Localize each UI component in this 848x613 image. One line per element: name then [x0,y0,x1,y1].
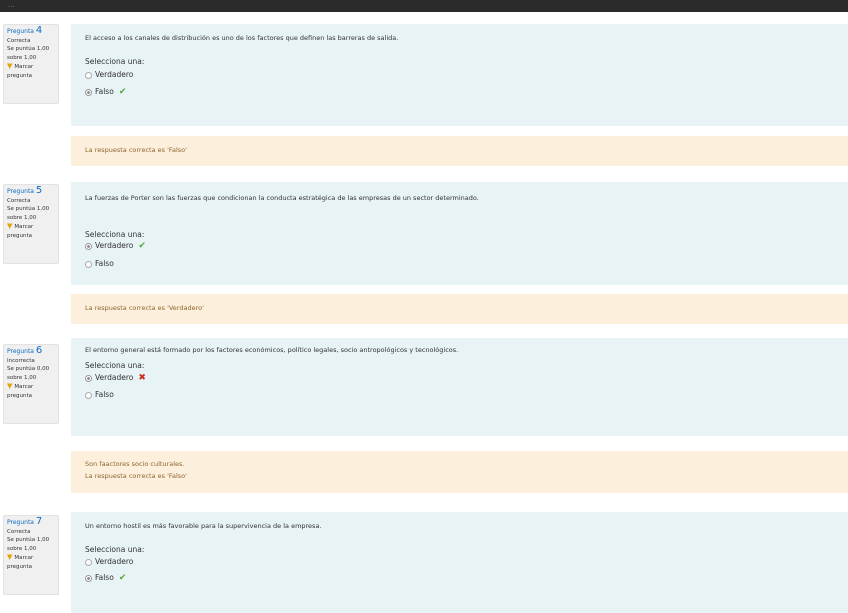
radio-button[interactable] [85,391,92,399]
flag-icon: ▼ [7,62,13,70]
question-info: Pregunta 7 Correcta Se puntúa 1,00 sobre… [3,515,59,595]
correct-answer-text: La respuesta correcta es 'Falso' [85,472,187,480]
option-label: Verdadero [95,557,134,566]
question-info: Pregunta 4 Correcta Se puntúa 1,00 sobre… [3,24,59,104]
cross-icon: ✖ [138,373,146,383]
flag-label-2: pregunta [7,72,33,79]
option-verdadero[interactable]: Verdadero [85,557,133,567]
flag-label-2: pregunta [7,392,33,399]
feedback-box: Son faactores socio culturales. La respu… [71,451,848,493]
radio-button[interactable] [85,558,92,566]
flag-icon: ▼ [7,382,13,390]
flag-label: Marcar [14,224,34,230]
option-verdadero[interactable]: Verdadero ✔ [85,241,146,251]
option-label: Falso [95,573,114,582]
answer-prompt: Selecciona una: [85,361,145,370]
option-falso[interactable]: Falso ✔ [85,87,126,97]
check-icon: ✔ [138,241,146,251]
question-formulation: Un entorno hostil es más favorable para … [71,512,848,613]
question-text: La fuerzas de Porter son las fuerzas que… [85,194,479,202]
correct-answer-text: La respuesta correcta es 'Falso' [85,146,187,154]
option-falso[interactable]: Falso [85,259,114,269]
question-text: Un entorno hostil es más favorable para … [85,522,322,530]
flag-question-button[interactable]: ▼ Marcar [7,62,58,72]
question-score: Se puntúa 1,00 [7,206,50,212]
option-falso[interactable]: Falso [85,390,114,400]
question-formulation: La fuerzas de Porter son las fuerzas que… [71,182,848,285]
flag-label: Marcar [14,64,34,70]
question-score-over: sobre 1,00 [7,545,37,552]
feedback-box: La respuesta correcta es 'Verdadero' [71,294,848,324]
question-label: Pregunta [7,519,34,526]
radio-button-selected[interactable] [85,574,92,582]
question-status: Correcta [7,37,31,44]
question-formulation: El entorno general está formado por los … [71,338,848,436]
question-number: 5 [35,185,43,196]
flag-question-button[interactable]: ▼ Marcar [7,553,58,563]
question-info: Pregunta 6 Incorrecta Se puntúa 0,00 sob… [3,344,59,424]
question-formulation: El acceso a los canales de distribución … [71,24,848,126]
question-status: Incorrecta [7,357,35,364]
question-label: Pregunta [7,28,34,35]
option-falso[interactable]: Falso ✔ [85,573,126,583]
question-label: Pregunta [7,348,34,355]
question-number: 4 [35,25,43,36]
option-label: Verdadero [95,241,134,250]
question-score: Se puntúa 0,00 [7,366,50,372]
flag-icon: ▼ [7,222,13,230]
question-score-over: sobre 1,00 [7,214,37,221]
option-label: Falso [95,390,114,399]
flag-label-2: pregunta [7,563,33,570]
check-icon: ✔ [118,87,127,97]
question-text: El entorno general está formado por los … [85,346,459,354]
answer-prompt: Selecciona una: [85,57,145,66]
option-label: Verdadero [95,373,134,382]
option-label: Falso [95,87,114,96]
option-label: Falso [95,259,114,268]
check-icon: ✔ [118,573,127,583]
question-status: Correcta [7,528,31,535]
question-info: Pregunta 5 Correcta Se puntúa 1,00 sobre… [3,184,59,264]
question-text: El acceso a los canales de distribución … [85,34,399,42]
radio-button[interactable] [85,71,92,79]
top-bar-text: ... [8,1,15,9]
option-verdadero[interactable]: Verdadero ✖ [85,373,146,383]
flag-icon: ▼ [7,553,13,561]
radio-button-selected[interactable] [85,374,92,382]
option-label: Verdadero [95,70,134,79]
question-label: Pregunta [7,188,34,195]
flag-label-2: pregunta [7,232,33,239]
question-status: Correcta [7,197,31,204]
question-score: Se puntúa 1,00 [7,537,50,543]
option-verdadero[interactable]: Verdadero [85,70,133,80]
question-score-over: sobre 1,00 [7,54,37,61]
flag-question-button[interactable]: ▼ Marcar [7,382,58,392]
radio-button-selected[interactable] [85,88,92,96]
question-number: 6 [35,345,43,356]
answer-prompt: Selecciona una: [85,230,145,239]
question-score-over: sobre 1,00 [7,374,37,381]
radio-button[interactable] [85,260,92,268]
feedback-box: La respuesta correcta es 'Falso' [71,136,848,166]
general-feedback-text: Son faactores socio culturales. [85,460,185,468]
question-number: 7 [35,516,43,527]
answer-prompt: Selecciona una: [85,545,145,554]
flag-label: Marcar [14,555,34,561]
question-score: Se puntúa 1,00 [7,46,50,52]
flag-question-button[interactable]: ▼ Marcar [7,222,58,232]
radio-button-selected[interactable] [85,242,92,250]
browser-top-bar: ... [0,0,848,12]
flag-label: Marcar [14,384,34,390]
correct-answer-text: La respuesta correcta es 'Verdadero' [85,304,204,312]
